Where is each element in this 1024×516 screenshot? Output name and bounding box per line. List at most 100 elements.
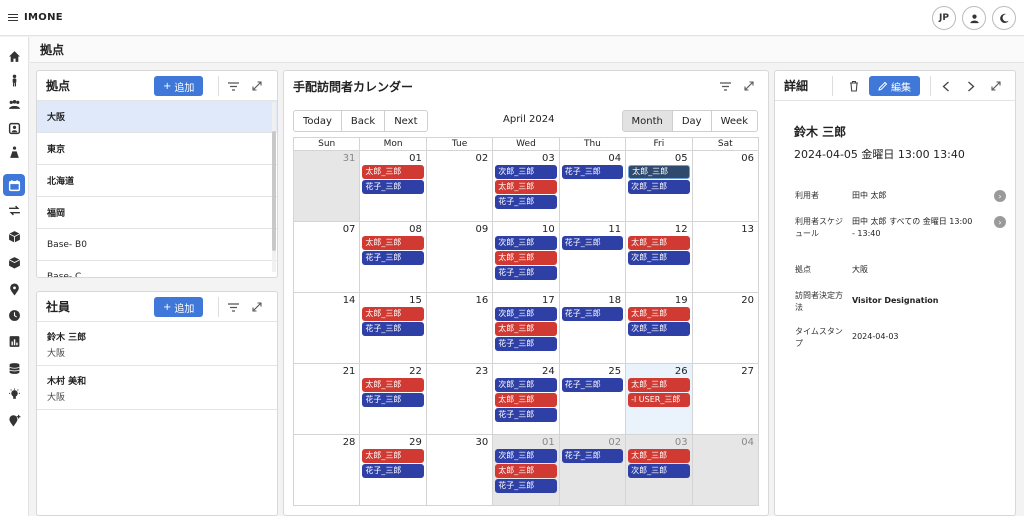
week-view-button[interactable]: Week bbox=[712, 111, 757, 131]
calendar-event[interactable]: 次郎_三郎 bbox=[495, 449, 557, 463]
group-icon[interactable] bbox=[3, 93, 25, 115]
calendar-day-cell[interactable]: 07 bbox=[294, 222, 361, 293]
calendar-event[interactable]: 太郎_三郎 bbox=[362, 236, 424, 250]
chevron-right-circle-icon[interactable]: › bbox=[994, 190, 1006, 202]
add-staff-button[interactable]: + 追加 bbox=[154, 297, 204, 317]
list-item[interactable]: Base- B0 bbox=[37, 229, 277, 261]
badge-icon[interactable] bbox=[3, 117, 25, 139]
calendar-event[interactable]: 次郎_三郎 bbox=[628, 251, 690, 265]
calendar-event[interactable]: 花子_三郎 bbox=[495, 266, 557, 280]
edit-button[interactable]: 編集 bbox=[869, 76, 920, 96]
day-number[interactable]: 14 bbox=[343, 295, 356, 306]
box-icon[interactable] bbox=[3, 225, 25, 247]
expand-icon[interactable] bbox=[249, 299, 265, 315]
calendar-event[interactable]: 太郎_三郎 bbox=[495, 180, 557, 194]
calendar-day-cell[interactable]: 04 bbox=[692, 435, 759, 506]
calendar-day-cell[interactable]: 18 花子_三郎 bbox=[559, 293, 627, 364]
list-item[interactable]: 北海道 bbox=[37, 165, 277, 197]
calendar-event[interactable]: 太郎_三郎 bbox=[628, 165, 690, 179]
calendar-event[interactable]: 太郎_三郎 bbox=[495, 464, 557, 478]
calendar-event[interactable]: 太郎_三郎 bbox=[362, 449, 424, 463]
calendar-day-cell[interactable]: 20 bbox=[692, 293, 759, 364]
calendar-day-cell[interactable]: 29 太郎_三郎 花子_三郎 bbox=[360, 435, 427, 506]
calendar-event[interactable]: 太郎_三郎 bbox=[362, 165, 424, 179]
calendar-day-cell[interactable]: 04 花子_三郎 bbox=[559, 151, 627, 222]
calendar-event[interactable]: 花子_三郎 bbox=[495, 195, 557, 209]
language-button[interactable]: JP bbox=[932, 6, 956, 30]
calendar-event[interactable]: 次郎_三郎 bbox=[495, 307, 557, 321]
add-base-button[interactable]: + 追加 bbox=[154, 76, 204, 96]
calendar-day-cell[interactable]: 01 太郎_三郎 花子_三郎 bbox=[360, 151, 427, 222]
calendar-event[interactable]: 花子_三郎 bbox=[495, 408, 557, 422]
calendar-event[interactable]: 花子_三郎 bbox=[495, 479, 557, 493]
filter-icon[interactable] bbox=[717, 78, 733, 94]
menu-icon[interactable] bbox=[8, 14, 18, 21]
assist-icon[interactable] bbox=[3, 141, 25, 163]
calendar-day-cell[interactable]: 11 花子_三郎 bbox=[559, 222, 627, 293]
day-number[interactable]: 06 bbox=[741, 153, 754, 164]
calendar-day-cell[interactable]: 15 太郎_三郎 花子_三郎 bbox=[360, 293, 427, 364]
calendar-event[interactable]: 太郎_三郎 bbox=[628, 236, 690, 250]
calendar-event[interactable]: 花子_三郎 bbox=[362, 180, 424, 194]
day-number[interactable]: 02 bbox=[608, 437, 621, 448]
chevron-right-circle-icon[interactable]: › bbox=[994, 216, 1006, 228]
calendar-event[interactable]: 太郎_三郎 bbox=[495, 393, 557, 407]
staff-item[interactable]: 鈴木 三郎 大阪 bbox=[37, 322, 277, 366]
expand-icon[interactable] bbox=[988, 78, 1004, 94]
clock-icon[interactable] bbox=[3, 304, 25, 326]
calendar-event[interactable]: 花子_三郎 bbox=[362, 393, 424, 407]
trash-icon[interactable] bbox=[846, 78, 862, 94]
day-number[interactable]: 16 bbox=[476, 295, 489, 306]
day-number[interactable]: 07 bbox=[343, 224, 356, 235]
calendar-day-cell[interactable]: 02 花子_三郎 bbox=[559, 435, 627, 506]
calendar-day-cell[interactable]: 28 bbox=[294, 435, 361, 506]
calendar-event[interactable]: 次郎_三郎 bbox=[628, 322, 690, 336]
filter-icon[interactable] bbox=[225, 78, 241, 94]
calendar-day-cell[interactable]: 02 bbox=[426, 151, 494, 222]
staff-item[interactable]: 木村 美和 大阪 bbox=[37, 366, 277, 410]
calendar-day-cell[interactable]: 01 次郎_三郎 太郎_三郎 花子_三郎 bbox=[493, 435, 560, 506]
day-number[interactable]: 26 bbox=[675, 366, 688, 377]
calendar-event[interactable]: 花子_三郎 bbox=[561, 307, 624, 321]
day-number[interactable]: 17 bbox=[542, 295, 555, 306]
calendar-day-cell[interactable]: 24 次郎_三郎 太郎_三郎 花子_三郎 bbox=[493, 364, 560, 435]
expand-icon[interactable] bbox=[741, 78, 757, 94]
today-button[interactable]: Today bbox=[294, 111, 342, 131]
calendar-day-cell[interactable]: 27 bbox=[692, 364, 759, 435]
calendar-icon[interactable] bbox=[3, 174, 25, 196]
day-number[interactable]: 09 bbox=[476, 224, 489, 235]
day-number[interactable]: 21 bbox=[343, 366, 356, 377]
day-number[interactable]: 03 bbox=[675, 437, 688, 448]
day-number[interactable]: 24 bbox=[542, 366, 555, 377]
calendar-event[interactable]: 花子_三郎 bbox=[495, 337, 557, 351]
calendar-event[interactable]: 太郎_三郎 bbox=[628, 449, 690, 463]
calendar-event[interactable]: -l USER_三郎 bbox=[628, 393, 690, 407]
day-number[interactable]: 19 bbox=[675, 295, 688, 306]
day-number[interactable]: 10 bbox=[542, 224, 555, 235]
list-item[interactable]: 東京 bbox=[37, 133, 277, 165]
calendar-day-cell[interactable]: 09 bbox=[426, 222, 494, 293]
calendar-day-cell[interactable]: 23 bbox=[426, 364, 494, 435]
calendar-event[interactable]: 太郎_三郎 bbox=[495, 251, 557, 265]
chevron-left-icon[interactable] bbox=[938, 78, 954, 94]
day-number[interactable]: 15 bbox=[409, 295, 422, 306]
calendar-event[interactable]: 太郎_三郎 bbox=[495, 322, 557, 336]
day-number[interactable]: 01 bbox=[542, 437, 555, 448]
calendar-day-cell[interactable]: 10 次郎_三郎 太郎_三郎 花子_三郎 bbox=[493, 222, 560, 293]
day-number[interactable]: 31 bbox=[343, 153, 356, 164]
day-number[interactable]: 03 bbox=[542, 153, 555, 164]
day-number[interactable]: 04 bbox=[741, 437, 754, 448]
next-button[interactable]: Next bbox=[385, 111, 426, 131]
list-item[interactable]: 大阪 bbox=[37, 101, 277, 133]
calendar-day-cell[interactable]: 25 花子_三郎 bbox=[559, 364, 627, 435]
dark-mode-icon[interactable] bbox=[992, 6, 1016, 30]
back-button[interactable]: Back bbox=[342, 111, 386, 131]
calendar-day-cell[interactable]: 13 bbox=[692, 222, 759, 293]
day-number[interactable]: 05 bbox=[675, 153, 688, 164]
person-icon[interactable] bbox=[3, 69, 25, 91]
calendar-event[interactable]: 花子_三郎 bbox=[561, 165, 624, 179]
calendar-event[interactable]: 花子_三郎 bbox=[561, 378, 624, 392]
calendar-event[interactable]: 花子_三郎 bbox=[561, 236, 624, 250]
calendar-day-cell[interactable]: 03 次郎_三郎 太郎_三郎 花子_三郎 bbox=[493, 151, 560, 222]
calendar-event[interactable]: 花子_三郎 bbox=[362, 322, 424, 336]
